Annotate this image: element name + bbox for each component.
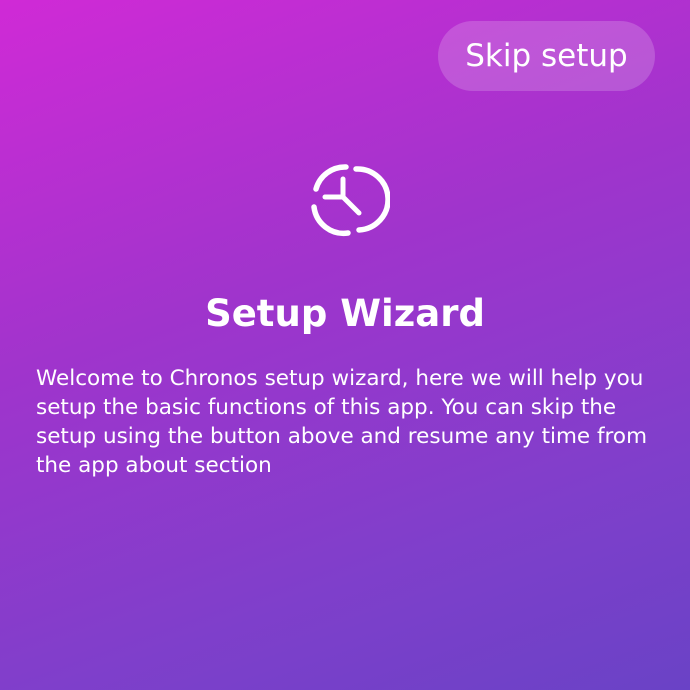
page-title: Setup Wizard [205, 292, 485, 335]
skip-setup-button[interactable]: Skip setup [438, 21, 655, 91]
setup-wizard-screen: Skip setup Setup Wizard Welcome to Chron… [0, 0, 690, 690]
clock-icon [298, 155, 390, 247]
welcome-description: Welcome to Chronos setup wizard, here we… [36, 366, 648, 478]
